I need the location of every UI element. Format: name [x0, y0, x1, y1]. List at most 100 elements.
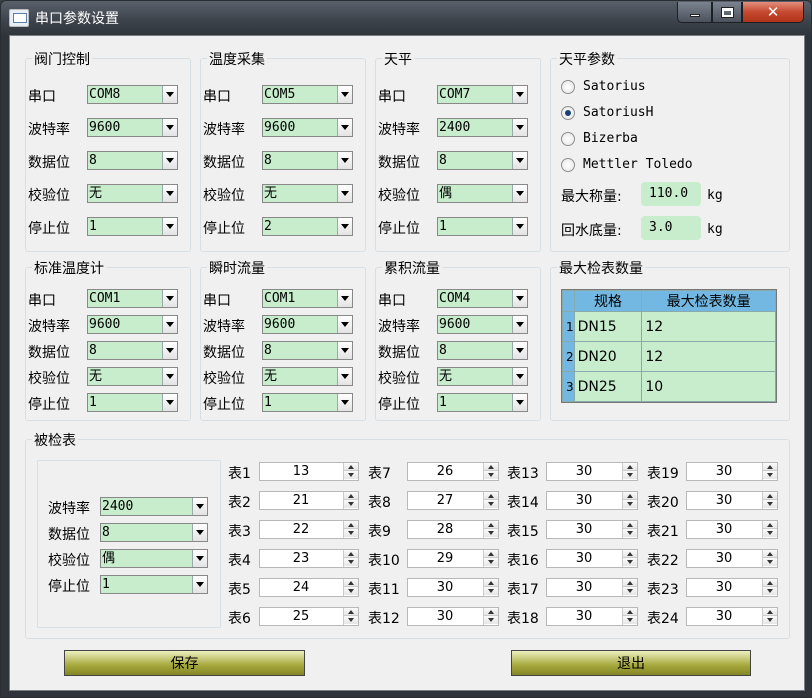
stdtemp-baud-select[interactable]: 9600 — [87, 315, 178, 334]
temp-stopbits-select[interactable]: 2 — [262, 217, 353, 236]
minimize-button[interactable] — [677, 2, 712, 23]
meter-22-spinner[interactable]: 30 — [686, 549, 778, 568]
spinner-arrows[interactable] — [622, 463, 637, 480]
spinner-arrows[interactable] — [622, 492, 637, 509]
spin-down-icon[interactable] — [484, 529, 498, 537]
spinner-arrows[interactable] — [343, 550, 358, 567]
spin-up-icon[interactable] — [623, 608, 637, 616]
meter-7-spinner[interactable]: 26 — [407, 462, 499, 481]
table-row[interactable]: 2 DN20 12 — [562, 341, 776, 372]
spin-down-icon[interactable] — [484, 471, 498, 479]
spinner-arrows[interactable] — [343, 579, 358, 596]
spinner-arrows[interactable] — [762, 608, 777, 625]
cumflow-stopbits-select[interactable]: 1 — [437, 393, 528, 412]
stdtemp-databits-select[interactable]: 8 — [87, 341, 178, 360]
cumflow-baud-select[interactable]: 9600 — [437, 315, 528, 334]
spinner-arrows[interactable] — [762, 521, 777, 538]
spin-up-icon[interactable] — [484, 463, 498, 471]
meter-23-spinner[interactable]: 30 — [686, 578, 778, 597]
spin-down-icon[interactable] — [344, 471, 358, 479]
meter-12-spinner[interactable]: 30 — [407, 607, 499, 626]
close-button[interactable]: ✕ — [742, 2, 804, 23]
cumflow-databits-select[interactable]: 8 — [437, 341, 528, 360]
meters-baud-select[interactable]: 2400 — [100, 497, 208, 516]
save-button[interactable]: 保存 — [64, 650, 305, 676]
bottom-water-field[interactable]: 3.0 — [641, 216, 701, 240]
spin-up-icon[interactable] — [623, 463, 637, 471]
spinner-arrows[interactable] — [483, 579, 498, 596]
spin-up-icon[interactable] — [344, 463, 358, 471]
table-row[interactable]: 1 DN15 12 — [562, 311, 776, 342]
balance-stopbits-select[interactable]: 1 — [437, 217, 528, 236]
valve-parity-select[interactable]: 无 — [87, 184, 178, 203]
meter-13-spinner[interactable]: 30 — [546, 462, 638, 481]
meter-20-spinner[interactable]: 30 — [686, 491, 778, 510]
spin-up-icon[interactable] — [484, 492, 498, 500]
spinner-arrows[interactable] — [343, 492, 358, 509]
spin-up-icon[interactable] — [763, 579, 777, 587]
cell-spec[interactable]: DN25 — [573, 371, 643, 402]
spin-up-icon[interactable] — [763, 492, 777, 500]
spinner-arrows[interactable] — [483, 492, 498, 509]
meter-16-spinner[interactable]: 30 — [546, 549, 638, 568]
spin-up-icon[interactable] — [484, 521, 498, 529]
spin-down-icon[interactable] — [344, 587, 358, 595]
spin-up-icon[interactable] — [484, 550, 498, 558]
meter-17-spinner[interactable]: 30 — [546, 578, 638, 597]
cell-count[interactable]: 10 — [641, 371, 776, 402]
stdtemp-port-select[interactable]: COM1 — [87, 289, 178, 308]
spin-down-icon[interactable] — [484, 500, 498, 508]
flow-stopbits-select[interactable]: 1 — [262, 393, 353, 412]
balance-baud-select[interactable]: 2400 — [437, 118, 528, 137]
cell-count[interactable]: 12 — [641, 311, 776, 342]
radio-satoriush[interactable]: SatoriusH — [561, 105, 653, 120]
meter-9-spinner[interactable]: 28 — [407, 520, 499, 539]
spinner-arrows[interactable] — [622, 521, 637, 538]
meters-stopbits-select[interactable]: 1 — [100, 575, 208, 594]
meter-8-spinner[interactable]: 27 — [407, 491, 499, 510]
temp-parity-select[interactable]: 无 — [262, 184, 353, 203]
spinner-arrows[interactable] — [343, 463, 358, 480]
balance-databits-select[interactable]: 8 — [437, 151, 528, 170]
spin-down-icon[interactable] — [763, 587, 777, 595]
cumflow-parity-select[interactable]: 无 — [437, 367, 528, 386]
spin-down-icon[interactable] — [623, 471, 637, 479]
meters-databits-select[interactable]: 8 — [100, 523, 208, 542]
flow-databits-select[interactable]: 8 — [262, 341, 353, 360]
spinner-arrows[interactable] — [762, 550, 777, 567]
meter-18-spinner[interactable]: 30 — [546, 607, 638, 626]
spin-up-icon[interactable] — [623, 521, 637, 529]
flow-parity-select[interactable]: 无 — [262, 367, 353, 386]
max-weight-field[interactable]: 110.0 — [641, 182, 701, 206]
meter-3-spinner[interactable]: 22 — [259, 520, 359, 539]
spin-down-icon[interactable] — [623, 616, 637, 624]
spinner-arrows[interactable] — [343, 521, 358, 538]
radio-satorius[interactable]: Satorius — [561, 79, 646, 94]
spinner-arrows[interactable] — [483, 521, 498, 538]
meter-5-spinner[interactable]: 24 — [259, 578, 359, 597]
flow-port-select[interactable]: COM1 — [262, 289, 353, 308]
exit-button[interactable]: 退出 — [511, 650, 751, 676]
cell-count[interactable]: 12 — [641, 341, 776, 372]
spinner-arrows[interactable] — [762, 492, 777, 509]
cumflow-port-select[interactable]: COM4 — [437, 289, 528, 308]
balance-parity-select[interactable]: 偶 — [437, 184, 528, 203]
radio-bizerba[interactable]: Bizerba — [561, 131, 638, 146]
spin-up-icon[interactable] — [344, 579, 358, 587]
spinner-arrows[interactable] — [483, 463, 498, 480]
spinner-arrows[interactable] — [762, 579, 777, 596]
valve-port-select[interactable]: COM8 — [87, 85, 178, 104]
spinner-arrows[interactable] — [483, 550, 498, 567]
stdtemp-stopbits-select[interactable]: 1 — [87, 393, 178, 412]
spin-down-icon[interactable] — [623, 500, 637, 508]
spin-up-icon[interactable] — [623, 492, 637, 500]
spin-up-icon[interactable] — [623, 579, 637, 587]
meter-11-spinner[interactable]: 30 — [407, 578, 499, 597]
spinner-arrows[interactable] — [622, 550, 637, 567]
spin-down-icon[interactable] — [623, 587, 637, 595]
max-meters-table[interactable]: 规格 最大检表数量 1 DN15 12 2 DN20 12 3 DN25 10 — [561, 289, 777, 403]
temp-port-select[interactable]: COM5 — [262, 85, 353, 104]
spinner-arrows[interactable] — [622, 579, 637, 596]
spin-down-icon[interactable] — [344, 616, 358, 624]
spin-up-icon[interactable] — [763, 550, 777, 558]
